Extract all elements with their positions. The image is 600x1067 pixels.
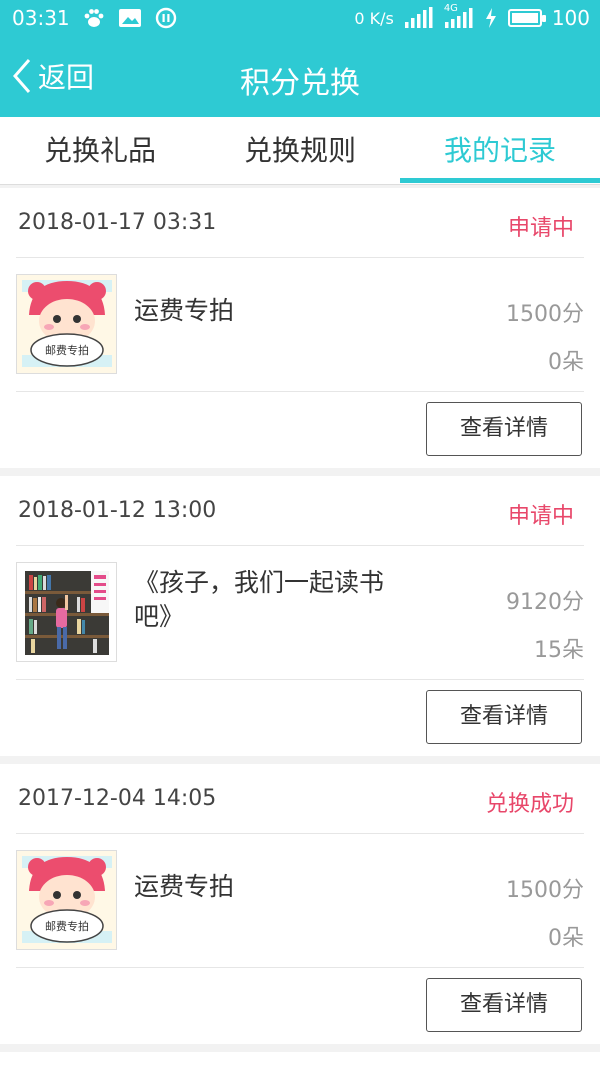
pause-circle-icon — [155, 7, 176, 29]
thumbnail-label: 邮费专拍 — [45, 343, 89, 357]
image-notification-icon — [118, 9, 141, 27]
tab-redeem-rules[interactable]: 兑换规则 — [200, 117, 400, 185]
record-status: 申请中 — [507, 504, 574, 529]
net-speed: 0 K/s — [354, 8, 394, 28]
charging-icon — [485, 8, 496, 28]
battery-icon — [507, 9, 546, 27]
record-card: 2018-01-17 03:31 申请中 邮费专拍 运费专拍 1500分 0朵 … — [0, 188, 600, 468]
page-title: 积分兑换 — [240, 66, 360, 101]
record-header: 2017-12-04 14:05 兑换成功 — [16, 764, 584, 834]
product-name[interactable]: 《孩子，我们一起读书吧》 — [134, 566, 414, 634]
nav-bar: 返回 积分兑换 — [0, 38, 600, 117]
record-card: 2017-12-04 14:05 兑换成功 邮费专拍 运费专拍 1500分 0朵… — [0, 764, 600, 1044]
record-header: 2018-01-17 03:31 申请中 — [16, 188, 584, 258]
record-status: 申请中 — [507, 216, 574, 241]
tab-redeem-gifts[interactable]: 兑换礼品 — [0, 117, 200, 185]
product-name[interactable]: 运费专拍 — [134, 870, 414, 904]
record-body: 《孩子，我们一起读书吧》 9120分 15朵 — [16, 546, 584, 680]
product-thumbnail[interactable]: 邮费专拍 — [16, 274, 117, 374]
status-bar: 03:31 0 K/s 4G 100 — [0, 0, 600, 38]
record-status: 兑换成功 — [485, 792, 574, 817]
view-details-button[interactable]: 查看详情 — [426, 402, 582, 456]
battery-level: 100 — [551, 6, 590, 30]
signal-icon — [404, 7, 433, 28]
app-header: 03:31 0 K/s 4G 100 返回 积分兑换 — [0, 0, 600, 117]
points-cost: 1500分 — [506, 302, 584, 327]
tab-bar: 兑换礼品 兑换规则 我的记录 — [0, 117, 600, 185]
record-date: 2018-01-17 03:31 — [18, 210, 217, 235]
product-name[interactable]: 运费专拍 — [134, 294, 414, 328]
record-card: 2018-01-12 13:00 申请中 《孩子，我们一起读书吧》 9120分 … — [0, 476, 600, 756]
paw-icon — [84, 9, 104, 27]
shipping-fee-image: 邮费专拍 — [17, 851, 116, 949]
shipping-fee-image: 邮费专拍 — [17, 275, 116, 373]
points-cost: 9120分 — [506, 590, 584, 615]
flowers-cost: 0朵 — [548, 926, 584, 951]
status-time: 03:31 — [12, 6, 70, 30]
record-header: 2018-01-12 13:00 申请中 — [16, 476, 584, 546]
tab-my-records[interactable]: 我的记录 — [400, 117, 600, 185]
record-date: 2017-12-04 14:05 — [18, 786, 217, 811]
points-cost: 1500分 — [506, 878, 584, 903]
book-cover-image — [17, 563, 116, 661]
flowers-cost: 15朵 — [534, 638, 584, 663]
product-thumbnail[interactable] — [16, 562, 117, 662]
record-body: 邮费专拍 运费专拍 1500分 0朵 — [16, 834, 584, 968]
view-details-button[interactable]: 查看详情 — [426, 690, 582, 744]
view-details-button[interactable]: 查看详情 — [426, 978, 582, 1032]
record-body: 邮费专拍 运费专拍 1500分 0朵 — [16, 258, 584, 392]
signal-4g-icon — [444, 8, 473, 28]
thumbnail-label: 邮费专拍 — [45, 919, 89, 933]
active-tab-indicator — [400, 178, 600, 183]
product-thumbnail[interactable]: 邮费专拍 — [16, 850, 117, 950]
record-date: 2018-01-12 13:00 — [18, 498, 217, 523]
next-record-card-edge — [0, 1052, 600, 1067]
flowers-cost: 0朵 — [548, 350, 584, 375]
